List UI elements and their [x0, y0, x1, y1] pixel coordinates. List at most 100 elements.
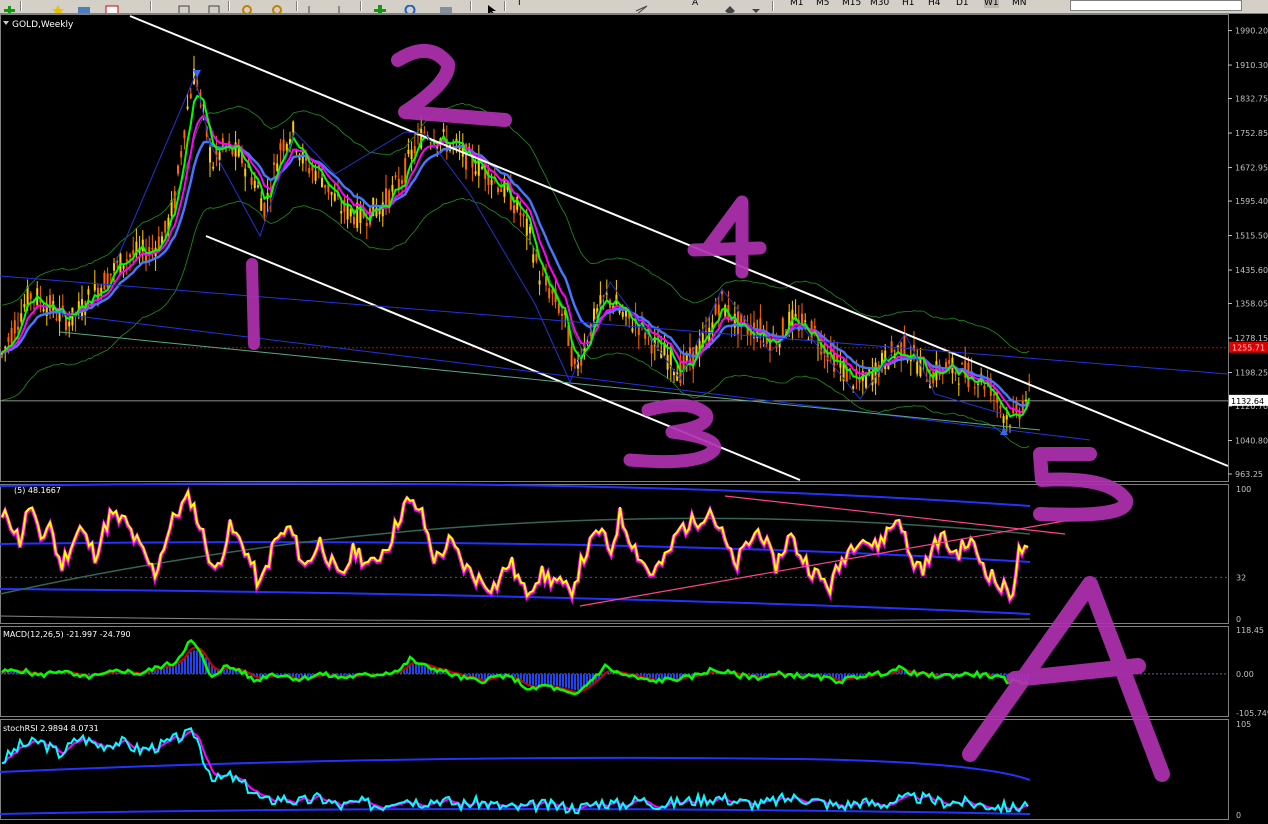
candle-body	[925, 380, 928, 382]
cursor-icon	[488, 5, 496, 13]
arrows-tool[interactable]	[722, 0, 738, 13]
timeframe-mn[interactable]: MN	[1012, 0, 1027, 8]
candle-body	[541, 273, 544, 275]
vertical-line-tool[interactable]: I	[518, 0, 521, 8]
timeframe-d1[interactable]: D1	[956, 0, 969, 8]
timeframe-h1[interactable]: H1	[902, 0, 915, 8]
candle-body	[874, 362, 877, 384]
candle-body	[177, 165, 179, 174]
chart-svg[interactable]: (5) 48.1667 MACD(12,26,5) -21.997 -24.79…	[0, 14, 1268, 820]
fibonacci-tool[interactable]	[634, 0, 650, 13]
cursor-button[interactable]	[484, 0, 500, 13]
chart-shift-button[interactable]	[306, 0, 322, 13]
candle-body	[983, 385, 986, 390]
candle-body	[804, 320, 807, 323]
timeframe-m15[interactable]: M15	[842, 0, 861, 8]
candle-body	[365, 222, 368, 227]
candle-body	[340, 211, 343, 214]
candle-body	[276, 163, 279, 171]
candle-body	[29, 293, 32, 299]
candle-body	[721, 291, 723, 295]
candle-body	[164, 220, 167, 233]
chart-grid-icon	[178, 5, 190, 13]
macd-label: MACD(12,26,5) -21.997 -24.790	[3, 630, 131, 639]
zoom-out-button[interactable]	[206, 0, 222, 13]
candle-body	[1025, 399, 1027, 401]
candle-body	[295, 150, 298, 153]
candle-body	[129, 254, 131, 258]
candle-body	[257, 185, 259, 188]
candle-body	[1002, 416, 1005, 423]
periodicity-button[interactable]	[402, 0, 418, 13]
candle-body	[189, 93, 192, 99]
macd-line	[1, 638, 1029, 696]
candle-body	[314, 170, 317, 181]
magnify-in-button[interactable]	[240, 0, 256, 13]
candle-body	[650, 344, 653, 354]
candle-body	[180, 151, 183, 158]
autoscroll-icon	[338, 6, 340, 13]
indicators-button[interactable]	[372, 0, 388, 13]
macd-y-tick-label: -105.749	[1236, 709, 1268, 718]
open-button[interactable]	[76, 0, 92, 13]
candle-body	[538, 280, 541, 285]
candle-body	[954, 372, 957, 375]
macd-y-tick-label: 118.45	[1236, 626, 1264, 635]
candle-body	[852, 386, 855, 389]
timeframe-m5[interactable]: M5	[816, 0, 830, 8]
candle-body	[308, 167, 311, 174]
resistance-trendline	[129, 15, 1229, 467]
main-y-tick-label: 1435.60	[1235, 266, 1268, 275]
main-y-tick-label: 1278.15	[1235, 334, 1268, 343]
rsi-y-tick-label: 0	[1236, 615, 1241, 624]
template-icon	[440, 7, 452, 13]
candle-body	[519, 212, 522, 216]
timeframe-w1[interactable]: W1	[984, 0, 999, 8]
new-chart-button[interactable]	[2, 0, 18, 13]
zoom-in-button[interactable]	[176, 0, 192, 13]
timeframe-m30[interactable]: M30	[870, 0, 889, 8]
favorites-button[interactable]	[50, 0, 66, 13]
candle-body	[212, 166, 215, 169]
rsi-band-low	[0, 588, 1031, 615]
bollinger-upper	[1, 102, 1030, 354]
text-tool[interactable]: A	[692, 0, 698, 8]
candle-body	[961, 363, 963, 365]
current-price-label: 1132.64	[1231, 397, 1264, 406]
save-button[interactable]	[104, 0, 120, 13]
search-input[interactable]	[1070, 0, 1242, 11]
candle-body	[391, 184, 394, 192]
wave-annotation-3	[623, 398, 721, 469]
candle-body	[973, 387, 976, 389]
candle-body	[263, 203, 266, 217]
rsi-band-top	[0, 482, 1031, 507]
candle-body	[122, 265, 125, 269]
candle-body	[260, 198, 263, 211]
stoch-y-tick-label: 105	[1236, 720, 1251, 729]
candle-body	[151, 248, 154, 250]
timeframe-m1[interactable]: M1	[790, 0, 804, 8]
candle-body	[356, 202, 359, 228]
macd-y-tick-label: 0.00	[1236, 670, 1254, 679]
more-tools[interactable]	[748, 0, 764, 13]
save-icon	[105, 5, 119, 13]
templates-button[interactable]	[438, 0, 454, 13]
candle-body	[324, 184, 327, 188]
timeframe-h4[interactable]: H4	[928, 0, 941, 8]
main-y-tick-label: 1752.85	[1235, 129, 1268, 138]
chart-area[interactable]: (5) 48.1667 MACD(12,26,5) -21.997 -24.79…	[0, 14, 1268, 820]
green-trendline	[59, 331, 1041, 431]
candle-body	[948, 359, 951, 364]
candle-body	[407, 149, 410, 154]
candle-body	[513, 205, 515, 214]
wave-annotation-5	[1033, 447, 1134, 522]
candle-body	[410, 149, 413, 160]
candle-body	[333, 193, 336, 201]
candle-body	[1028, 381, 1031, 383]
magnify-out-button[interactable]	[270, 0, 286, 13]
candle-body	[87, 289, 90, 295]
candle-body	[61, 305, 64, 308]
autoscroll-button[interactable]	[336, 0, 352, 13]
candle-body	[183, 130, 186, 139]
star-icon	[52, 5, 64, 13]
